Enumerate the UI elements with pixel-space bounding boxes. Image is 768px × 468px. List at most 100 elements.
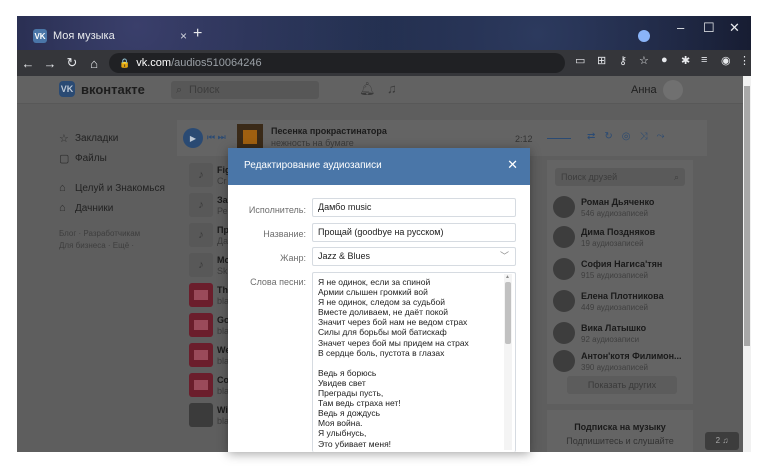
- vk-logo[interactable]: VK вконтакте: [59, 81, 145, 97]
- lyrics-line: Значет через бой мы придем на страх: [318, 337, 469, 348]
- browser-tab[interactable]: VK Моя музыка ×: [25, 22, 193, 50]
- community-icon: ⌂: [59, 202, 66, 214]
- star-icon[interactable]: ☆: [639, 54, 649, 67]
- artist-field[interactable]: Дамбо music: [312, 198, 516, 217]
- friend-item[interactable]: Вика Латышко 92 аудиозаписи: [553, 320, 693, 350]
- menu-item-label: Закладки: [75, 132, 119, 144]
- vk-logo-text: вконтакте: [81, 81, 145, 97]
- friend-item[interactable]: Роман Дьяченко 546 аудиозаписей: [553, 194, 693, 224]
- page-scrollbar[interactable]: [743, 76, 751, 452]
- avatar: [553, 350, 575, 372]
- avatar: [553, 226, 575, 248]
- friends-search-input[interactable]: Поиск друзей ⌕: [555, 168, 685, 186]
- vk-header: VK вконтакте ⌕ Поиск 🔔︎ ♫ Анна: [17, 76, 743, 104]
- tab-title: Моя музыка: [53, 30, 115, 42]
- home-icon[interactable]: ⌂: [83, 56, 105, 71]
- community-icon: ⌂: [59, 182, 66, 194]
- star-icon: ☆: [59, 132, 69, 145]
- avatar: [553, 290, 575, 312]
- subscription-title[interactable]: Подписка на музыку: [547, 422, 693, 432]
- profile-avatar-icon[interactable]: ◉: [721, 54, 731, 67]
- player-control-icons[interactable]: ⇄↻◎⤨⤳: [587, 131, 673, 142]
- back-icon[interactable]: ←: [17, 56, 39, 71]
- title-field[interactable]: Прощай (goodbye на русском): [312, 223, 516, 242]
- friend-name: Вика Латышко: [581, 323, 647, 333]
- subscription-desc: Подпишитесь и слушайте: [566, 436, 674, 446]
- menu-item-bookmarks[interactable]: ☆ Закладки: [59, 128, 169, 148]
- lyrics-line: Увидев свет: [318, 377, 366, 388]
- music-note-icon[interactable]: ♫: [387, 81, 397, 96]
- url-path: /audios510064246: [171, 57, 262, 69]
- music-note-icon: ♪: [189, 193, 213, 217]
- genre-value: Jazz & Blues: [318, 251, 371, 261]
- counter-badge[interactable]: 2 ♫: [705, 432, 739, 450]
- user-name[interactable]: Анна: [631, 84, 657, 96]
- genre-select[interactable]: Jazz & Blues ﹀: [312, 247, 516, 266]
- avatar[interactable]: [663, 80, 683, 100]
- close-tab-icon[interactable]: ×: [180, 29, 187, 43]
- album-thumbnail: [189, 313, 213, 337]
- lyrics-scroll-thumb[interactable]: [505, 282, 511, 344]
- forward-icon[interactable]: →: [39, 56, 61, 71]
- friend-audio-count: 546 аудиозаписей: [581, 209, 648, 218]
- key-icon[interactable]: ⚷: [619, 54, 627, 67]
- avatar: [553, 258, 575, 280]
- footer-line[interactable]: Блог · Разработчикам: [59, 228, 169, 240]
- vk-search-placeholder: Поиск: [189, 84, 220, 96]
- file-icon: ▢: [59, 152, 70, 165]
- friend-item[interactable]: Дима Поздняков 19 аудиозаписей: [553, 224, 693, 254]
- reload-icon[interactable]: ↻: [61, 55, 83, 71]
- notifications-bell-icon[interactable]: 🔔︎: [359, 81, 376, 97]
- cast-icon[interactable]: ▭: [575, 54, 585, 67]
- lyrics-line: Преграды пусть,: [318, 388, 384, 399]
- url-host: vk.com: [136, 57, 172, 69]
- footer-line[interactable]: Для бизнеса · Ещё ·: [59, 240, 169, 252]
- friend-item[interactable]: Елена Плотникова 449 аудиозаписей: [553, 288, 693, 318]
- friend-name: Антон'котя Филимон...: [581, 351, 682, 361]
- scroll-thumb[interactable]: [744, 86, 750, 346]
- lyrics-line: Силы для борьбы мой батискаф: [318, 327, 447, 338]
- play-icon[interactable]: ▶: [183, 128, 203, 148]
- minimize-icon[interactable]: –: [677, 20, 684, 35]
- menu-item-label: Дачники: [75, 202, 114, 214]
- puzzle-icon[interactable]: ✱: [681, 54, 690, 67]
- chrome-profile-icon[interactable]: [638, 30, 650, 42]
- maximize-icon[interactable]: ☐: [703, 20, 715, 36]
- current-track-artist[interactable]: нежность на бумаге: [271, 138, 354, 148]
- dialog-header: Редактирование аудиозаписи ✕: [228, 148, 530, 185]
- friend-item[interactable]: София Нагиса'тян 915 аудиозаписей: [553, 256, 693, 286]
- friends-panel: Поиск друзей ⌕ Роман Дьяченко 546 аудиоза…: [547, 160, 693, 404]
- friend-item[interactable]: Антон'котя Филимон... 390 аудиозаписей: [553, 348, 693, 378]
- scroll-up-icon[interactable]: ▲: [505, 274, 510, 280]
- menu-item-files[interactable]: ▢ Файлы: [59, 148, 169, 168]
- menu-item-community-1[interactable]: ⌂ Целуй и Знакомься: [59, 178, 169, 198]
- genre-label: Жанр:: [280, 253, 306, 263]
- skip-icon[interactable]: ⏮ ⏭: [207, 132, 226, 143]
- new-tab-button[interactable]: +: [193, 25, 202, 43]
- translate-icon[interactable]: ⊞: [597, 54, 606, 67]
- lyrics-scrollbar[interactable]: ▲: [504, 274, 512, 450]
- show-others-button[interactable]: Показать других: [567, 376, 677, 394]
- media-icon[interactable]: ≡: [701, 54, 707, 66]
- close-window-icon[interactable]: ✕: [729, 20, 740, 36]
- friend-name: Елена Плотникова: [581, 291, 664, 301]
- lyrics-line: Ведь я борюсь: [318, 367, 377, 378]
- music-subscription-box: Подписка на музыку Подпишитесь и слушайт…: [547, 410, 693, 452]
- lyrics-line: Там ведь страха нет!: [318, 398, 401, 409]
- address-bar[interactable]: 🔒 vk.com /audios510064246: [109, 53, 565, 73]
- friend-name: Роман Дьяченко: [581, 197, 655, 207]
- footer-links[interactable]: Блог · Разработчикам Для бизнеса · Ещё ·: [59, 228, 169, 252]
- search-icon: ⌕: [176, 84, 183, 96]
- avatar: [553, 322, 575, 344]
- lyrics-line: Ведь я дождусь: [318, 408, 380, 419]
- menu-icon[interactable]: ⋮: [739, 54, 750, 67]
- title-label: Название:: [263, 229, 306, 239]
- extension-icon[interactable]: ●: [661, 54, 668, 66]
- lyrics-line: Я не одинок, если за спиной: [318, 277, 431, 287]
- progress-bar[interactable]: [547, 138, 571, 139]
- vk-search-input[interactable]: ⌕ Поиск: [171, 81, 319, 99]
- close-icon[interactable]: ✕: [507, 157, 518, 173]
- menu-item-community-2[interactable]: ⌂ Дачники: [59, 198, 169, 218]
- lyrics-textarea[interactable]: Я не одинок, если за спиной Армии слышен …: [312, 272, 516, 452]
- lyrics-line: [318, 358, 510, 368]
